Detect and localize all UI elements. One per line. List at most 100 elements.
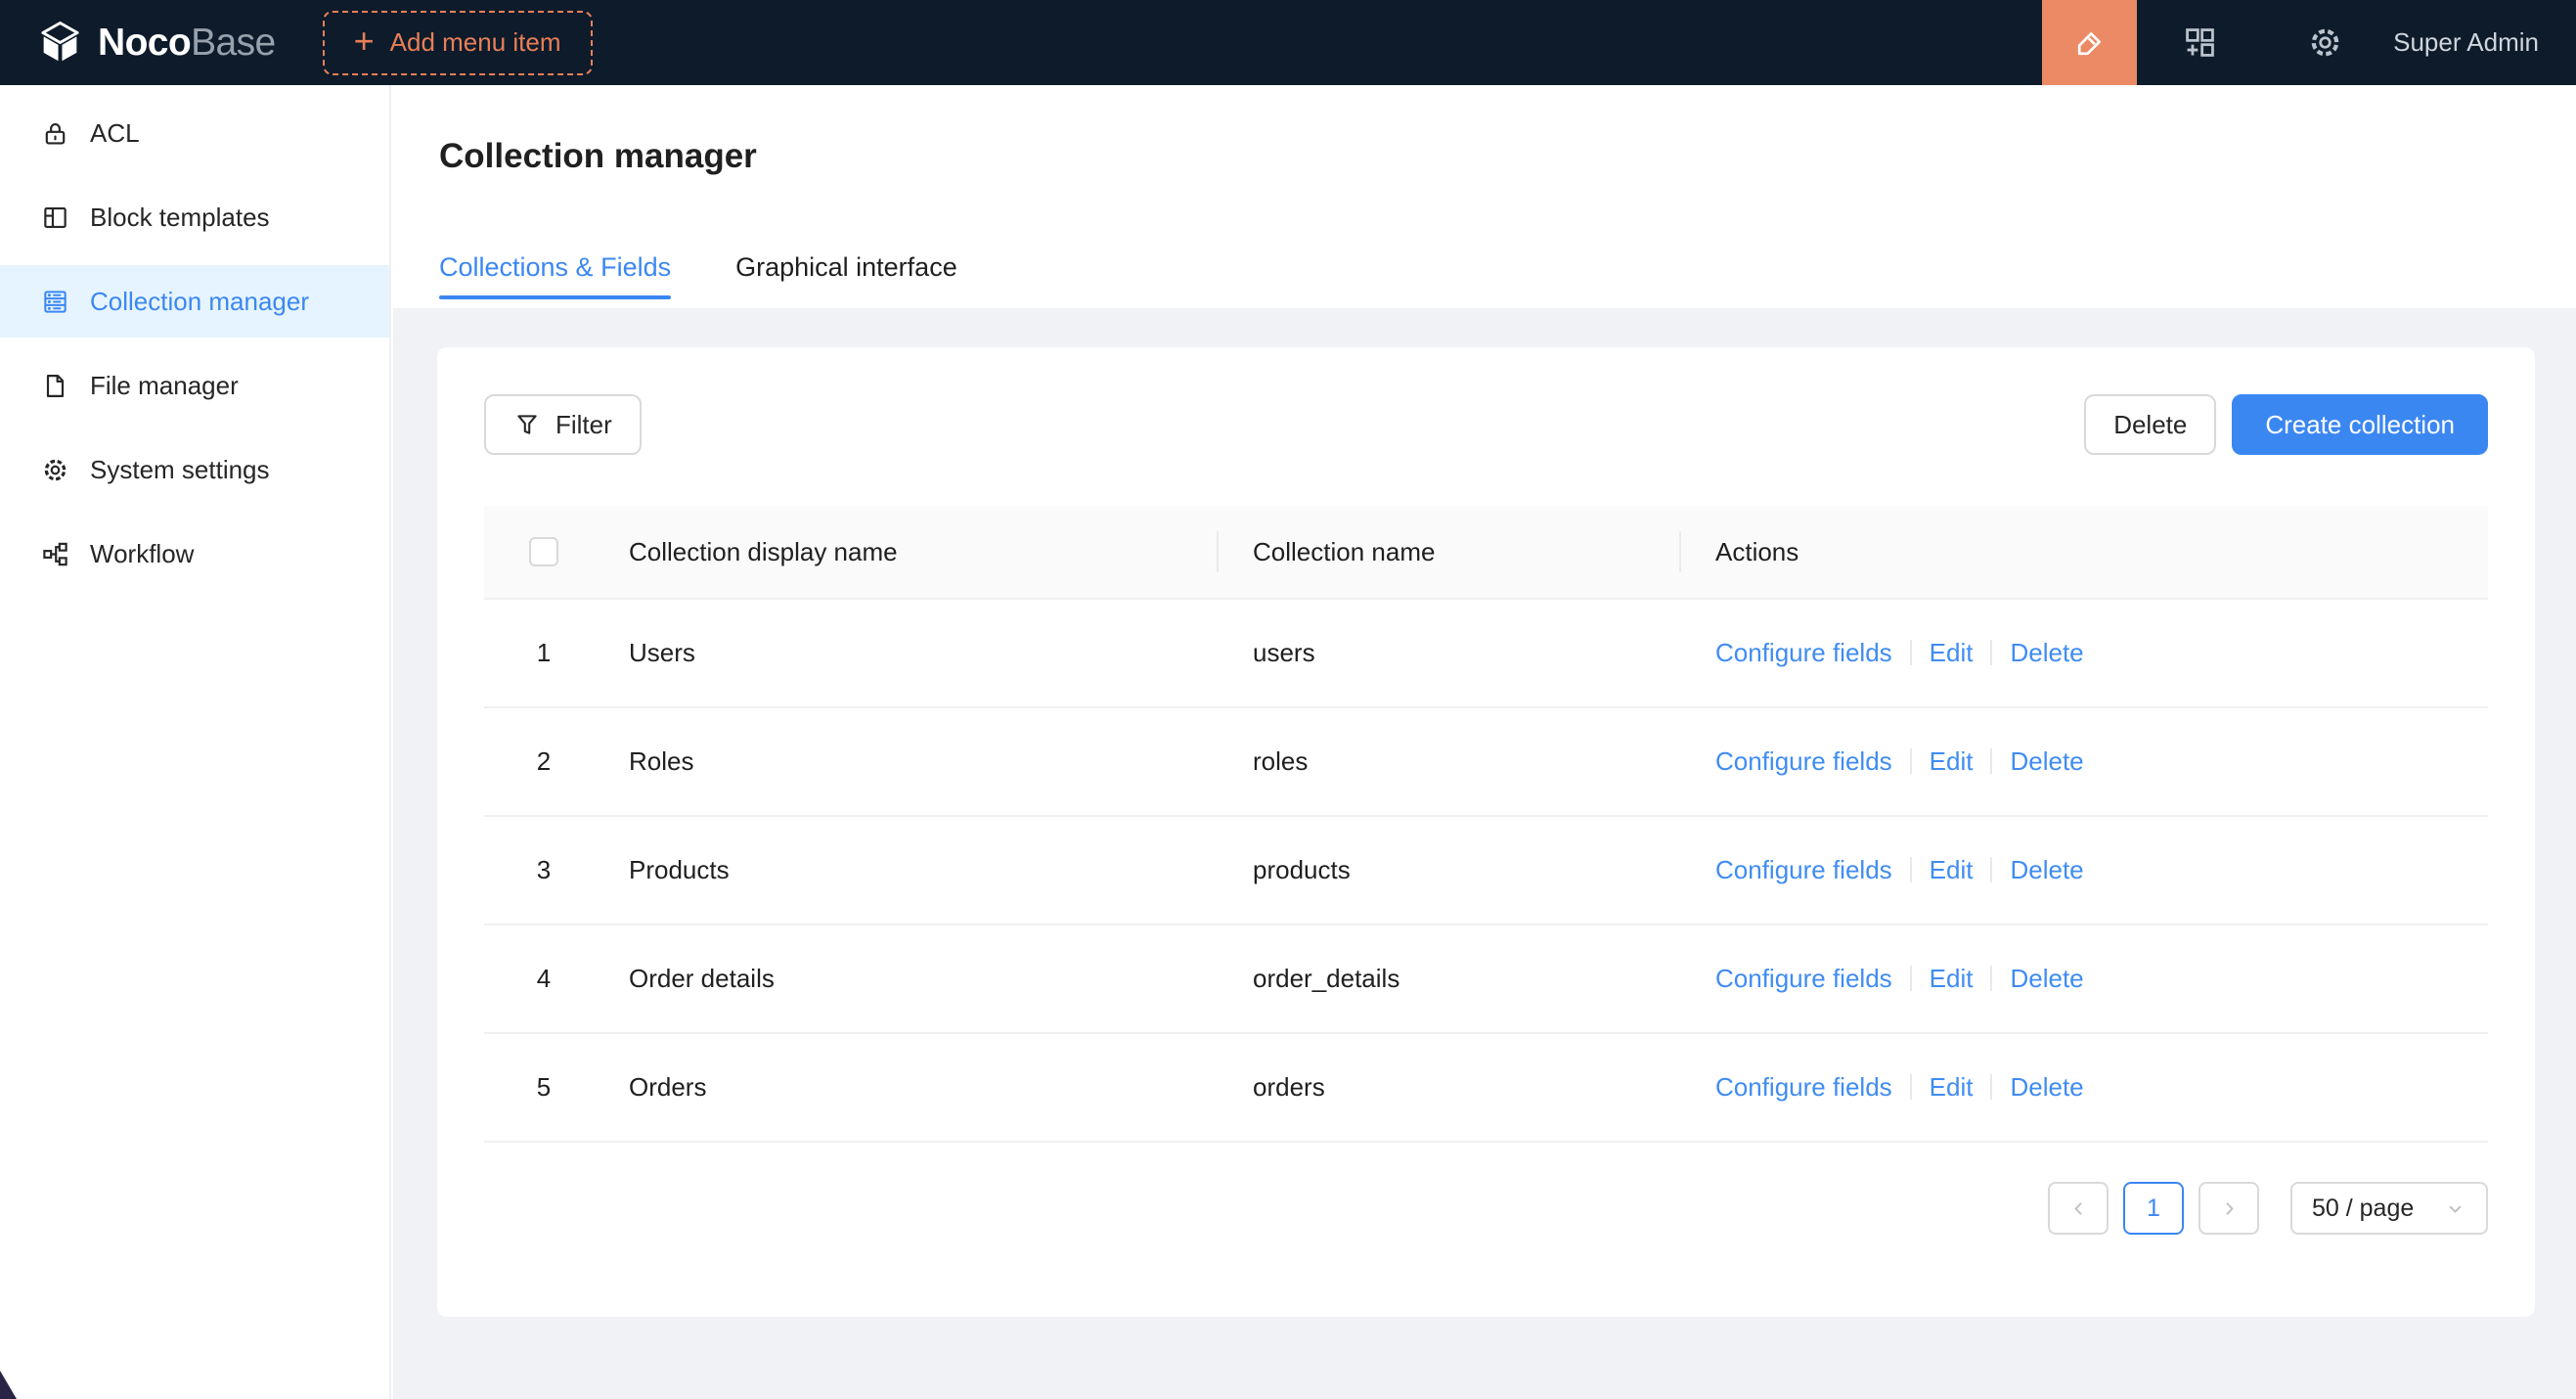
cell-collection-name: order_details: [1219, 925, 1681, 1033]
cell-display-name: Users: [603, 599, 1219, 707]
action-divider: [1990, 857, 1992, 882]
chevron-left-icon: [2067, 1197, 2090, 1220]
configure-fields-link[interactable]: Configure fields: [1715, 746, 1892, 776]
settings-sidebar: ACL Block templates Collection manager F…: [0, 85, 391, 1399]
column-header-name: Collection name: [1219, 506, 1681, 599]
grid-plus-icon: [2182, 24, 2218, 61]
sidebar-item-label: Block templates: [90, 203, 270, 233]
cell-display-name: Products: [603, 816, 1219, 925]
ui-editor-button[interactable]: [2042, 0, 2137, 85]
filter-label: Filter: [555, 410, 612, 440]
cell-actions: Configure fields Edit Delete: [1681, 1033, 2488, 1142]
cell-actions: Configure fields Edit Delete: [1681, 707, 2488, 816]
page-size-value: 50 / page: [2312, 1195, 2414, 1223]
action-divider: [1990, 748, 1992, 774]
cell-actions: Configure fields Edit Delete: [1681, 599, 2488, 707]
cell-actions: Configure fields Edit Delete: [1681, 816, 2488, 925]
column-header-actions: Actions: [1681, 506, 2488, 599]
configure-fields-link[interactable]: Configure fields: [1715, 964, 1892, 993]
sidebar-item-file-manager[interactable]: File manager: [0, 349, 389, 422]
tab-label: Graphical interface: [735, 252, 957, 282]
delete-link[interactable]: Delete: [2010, 855, 2083, 884]
sidebar-item-acl[interactable]: ACL: [0, 97, 389, 169]
chevron-right-icon: [2218, 1197, 2241, 1220]
sidebar-item-label: Workflow: [90, 539, 194, 569]
select-all-header-cell: [484, 506, 603, 599]
column-header-display-name: Collection display name: [603, 506, 1219, 599]
collections-table: Collection display name Collection name …: [484, 506, 2488, 1143]
highlighter-icon: [2072, 25, 2108, 61]
file-icon: [41, 372, 69, 400]
pagination-page-1-button[interactable]: 1: [2123, 1182, 2184, 1235]
cell-collection-name: users: [1219, 599, 1681, 707]
table-row: 5 Orders orders Configure fieldsEditDele…: [484, 1033, 2488, 1142]
edit-link[interactable]: Edit: [1930, 638, 1974, 667]
sidebar-item-label: System settings: [90, 455, 270, 485]
table-row: 2 Roles roles Configure fieldsEditDelete: [484, 707, 2488, 816]
page-size-select[interactable]: 50 / page: [2290, 1182, 2488, 1235]
user-menu[interactable]: Super Admin: [2393, 27, 2539, 58]
configure-fields-link[interactable]: Configure fields: [1715, 855, 1892, 884]
add-menu-item-button[interactable]: + Add menu item: [323, 11, 593, 75]
configure-fields-link[interactable]: Configure fields: [1715, 1072, 1892, 1102]
select-all-checkbox[interactable]: [529, 537, 558, 566]
cell-collection-name: orders: [1219, 1033, 1681, 1142]
cell-display-name: Order details: [603, 925, 1219, 1033]
action-divider: [1910, 748, 1912, 774]
configure-fields-link[interactable]: Configure fields: [1715, 638, 1892, 667]
tab-label: Collections & Fields: [439, 252, 671, 282]
toolbar-actions: Delete Create collection: [2084, 394, 2488, 455]
pagination-next-button[interactable]: [2198, 1182, 2259, 1235]
lock-icon: [41, 119, 69, 148]
cell-actions: Configure fields Edit Delete: [1681, 925, 2488, 1033]
action-divider: [1990, 966, 1992, 991]
action-divider: [1910, 966, 1912, 991]
sidebar-item-workflow[interactable]: Workflow: [0, 518, 389, 590]
sidebar-item-system-settings[interactable]: System settings: [0, 433, 389, 506]
edit-link[interactable]: Edit: [1930, 964, 1974, 993]
table-toolbar: Filter Delete Create collection: [484, 394, 2488, 455]
filter-button[interactable]: Filter: [484, 394, 642, 455]
brand-wordmark: NocoBase: [98, 22, 276, 65]
nocobase-cube-icon: [37, 20, 83, 66]
sidebar-item-collection-manager[interactable]: Collection manager: [0, 265, 389, 338]
delete-link[interactable]: Delete: [2010, 746, 2083, 776]
edit-link[interactable]: Edit: [1930, 746, 1974, 776]
pagination-prev-button[interactable]: [2048, 1182, 2109, 1235]
tab-bar: Collections & Fields Graphical interface: [439, 251, 2529, 299]
action-divider: [1910, 640, 1912, 665]
brand-name-bold: Noco: [98, 22, 191, 64]
pagination: 1 50 / page: [484, 1182, 2488, 1235]
funnel-icon: [513, 411, 541, 438]
row-index: 1: [484, 599, 603, 707]
table-row: 1 Users users Configure fields Edit Delete: [484, 599, 2488, 707]
create-collection-button[interactable]: Create collection: [2232, 394, 2488, 455]
chevron-down-icon: [2444, 1197, 2466, 1220]
edit-link[interactable]: Edit: [1930, 1072, 1974, 1102]
tab-graphical-interface[interactable]: Graphical interface: [735, 251, 957, 299]
content-area: Filter Delete Create collection Collecti…: [393, 308, 2576, 1399]
tab-collections-fields[interactable]: Collections & Fields: [439, 251, 671, 299]
cell-display-name: Roles: [603, 707, 1219, 816]
collection-icon: [41, 288, 69, 316]
delete-link[interactable]: Delete: [2010, 964, 2083, 993]
plus-icon: +: [354, 23, 375, 59]
plugins-button[interactable]: [2137, 0, 2262, 85]
cell-collection-name: roles: [1219, 707, 1681, 816]
topbar-right: Super Admin: [2042, 0, 2576, 85]
page-title: Collection manager: [439, 134, 2529, 179]
row-index: 4: [484, 925, 603, 1033]
settings-button[interactable]: [2262, 0, 2387, 85]
delete-button[interactable]: Delete: [2084, 394, 2216, 455]
action-divider: [1990, 1074, 1992, 1100]
delete-link[interactable]: Delete: [2010, 638, 2083, 667]
cell-collection-name: products: [1219, 816, 1681, 925]
sidebar-item-block-templates[interactable]: Block templates: [0, 181, 389, 253]
edit-link[interactable]: Edit: [1930, 855, 1974, 884]
brand-name-light: Base: [191, 22, 276, 64]
delete-link[interactable]: Delete: [2010, 1072, 2083, 1102]
table-row: 3 Products products Configure fields Edit…: [484, 816, 2488, 925]
action-divider: [1910, 857, 1912, 882]
gear-icon: [2307, 24, 2343, 61]
row-index: 3: [484, 816, 603, 925]
